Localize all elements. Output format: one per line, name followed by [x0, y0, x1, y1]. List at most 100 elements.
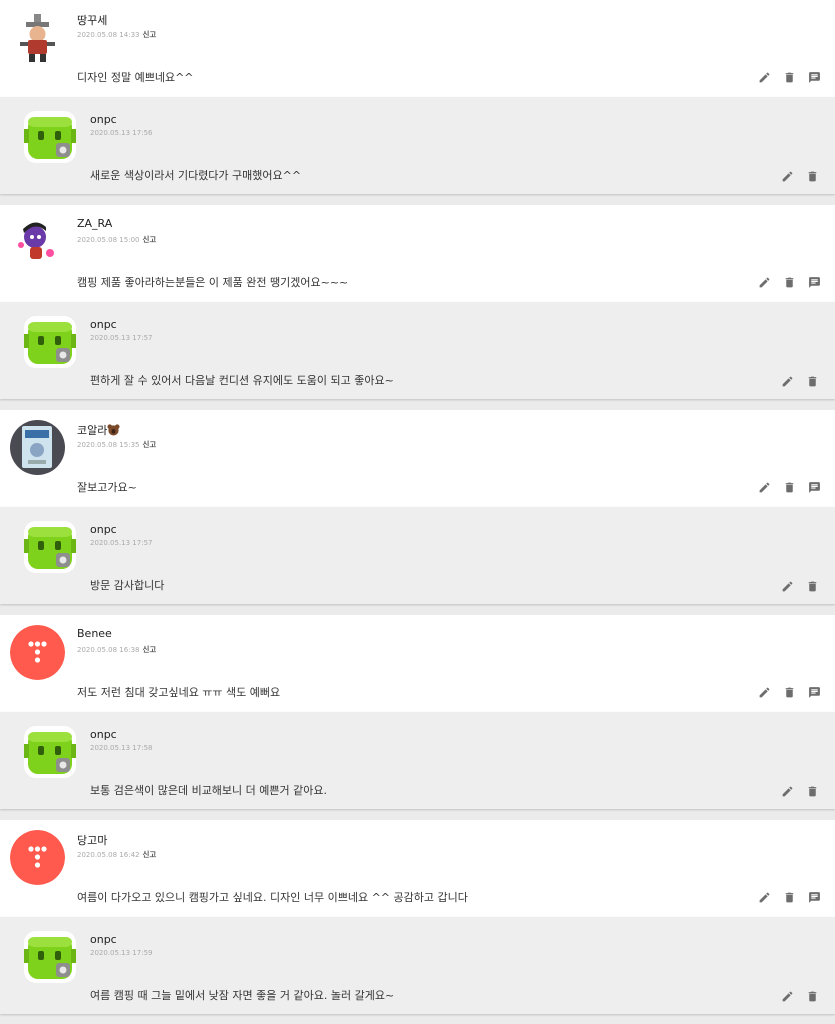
comment-item: 당고마 2020.05.08 16:42 신고여름이 다가오고 있으니 캠핑가고 싶… [0, 820, 835, 917]
delete-icon [808, 786, 816, 796]
user-avatar[interactable] [10, 625, 65, 680]
user-avatar[interactable] [10, 10, 65, 65]
edit-icon [782, 991, 792, 1001]
reply-user-avatar[interactable] [24, 931, 76, 983]
edit-button[interactable] [756, 889, 772, 905]
comment-timestamp: 2020.05.13 17:57 [90, 539, 153, 547]
comment-item: 코알라 2020.05.08 15:35 신고 잘보고가요~ [0, 410, 835, 507]
edit-button[interactable] [779, 783, 795, 799]
delete-button[interactable] [781, 684, 797, 700]
comment-meta: 2020.05.08 14:33 신고 [77, 29, 156, 40]
comment-timestamp: 2020.05.08 16:38 [77, 646, 140, 654]
delete-button[interactable] [781, 274, 797, 290]
delete-button[interactable] [804, 578, 820, 594]
delete-button[interactable] [804, 783, 820, 799]
report-link[interactable]: 신고 [142, 850, 156, 859]
user-avatar[interactable] [10, 830, 65, 885]
reply-user-avatar[interactable] [24, 726, 76, 778]
reply-item: onpc 2020.05.13 17:59 여름 캠핑 때 그늘 밑에서 낮잠 자면… [0, 917, 835, 1014]
comment-meta: 2020.05.13 17:56 [90, 129, 152, 137]
reply-author[interactable]: onpc [90, 113, 117, 126]
edit-icon [782, 786, 792, 796]
reply-author[interactable]: onpc [90, 933, 117, 946]
edit-button[interactable] [779, 373, 795, 389]
delete-icon [785, 277, 793, 287]
author-name: onpc [90, 318, 117, 331]
comment-meta: 2020.05.08 15:35 신고 [77, 439, 156, 450]
report-link[interactable]: 신고 [142, 235, 156, 244]
delete-button[interactable] [781, 889, 797, 905]
reply-button[interactable] [806, 274, 822, 290]
user-avatar[interactable] [10, 215, 65, 270]
koala-icon [107, 424, 120, 437]
comment-actions [779, 988, 820, 1004]
comment-actions [756, 684, 822, 700]
reply-icon [808, 891, 820, 903]
delete-button[interactable] [804, 988, 820, 1004]
comment-author[interactable]: ZA_RA [77, 217, 112, 230]
report-link[interactable]: 신고 [142, 440, 156, 449]
comment-meta: 2020.05.13 17:59 [90, 949, 152, 957]
comment-timestamp: 2020.05.08 16:42 [77, 851, 140, 859]
delete-button[interactable] [804, 168, 820, 184]
reply-author[interactable]: onpc [90, 523, 117, 536]
edit-icon [759, 687, 769, 697]
reply-user-avatar[interactable] [24, 316, 76, 368]
report-link[interactable]: 신고 [142, 30, 156, 39]
delete-button[interactable] [804, 373, 820, 389]
edit-button[interactable] [756, 684, 772, 700]
reply-item: onpc 2020.05.13 17:56 새로운 색상이라서 기다렸다가 구매했어… [0, 97, 835, 194]
comment-author[interactable]: Benee [77, 627, 112, 640]
reply-user-avatar[interactable] [24, 111, 76, 163]
author-name: Benee [77, 627, 112, 640]
comment-author[interactable]: 당고마 [77, 832, 107, 848]
reply-item: onpc 2020.05.13 17:57 편하게 잘 수 있어서 다음날 컨디션 … [0, 302, 835, 399]
author-name: onpc [90, 113, 117, 126]
author-name: onpc [90, 523, 117, 536]
comment-meta: 2020.05.08 15:00 신고 [77, 234, 156, 245]
comment-author[interactable]: 땅꾸세 [77, 12, 107, 28]
reply-user-avatar[interactable] [24, 521, 76, 573]
reply-button[interactable] [806, 684, 822, 700]
edit-button[interactable] [756, 274, 772, 290]
comment-actions [756, 274, 822, 290]
edit-icon [782, 376, 792, 386]
author-name: 땅꾸세 [77, 14, 108, 27]
comment-timestamp: 2020.05.13 17:58 [90, 744, 153, 752]
comment-actions [756, 69, 822, 85]
edit-button[interactable] [756, 479, 772, 495]
comment-actions [779, 578, 820, 594]
delete-icon [808, 991, 816, 1001]
reply-button[interactable] [806, 69, 822, 85]
reply-text: 편하게 잘 수 있어서 다음날 컨디션 유지에도 도움이 되고 좋아요~ [90, 374, 394, 387]
comment-text: 캠핑 제품 좋아라하는분들은 이 제품 완전 땡기겠어요~~~ [77, 276, 349, 289]
comment-meta: 2020.05.13 17:57 [90, 539, 152, 547]
author-name: 당고마 [77, 834, 108, 847]
comment-text: 여름이 다가오고 있으니 캠핑가고 싶네요. 디자인 너무 이쁘네요 ^^ 공감… [77, 891, 468, 904]
comment-text: 저도 저런 침대 갖고싶네요 ㅠㅠ 색도 예뻐요 [77, 686, 281, 699]
reply-author[interactable]: onpc [90, 728, 117, 741]
edit-icon [759, 277, 769, 287]
reply-button[interactable] [806, 889, 822, 905]
author-name: onpc [90, 933, 117, 946]
delete-icon [808, 581, 816, 591]
comment-text: 잘보고가요~ [77, 481, 137, 494]
reply-button[interactable] [806, 479, 822, 495]
edit-button[interactable] [779, 168, 795, 184]
reply-author[interactable]: onpc [90, 318, 117, 331]
edit-button[interactable] [779, 988, 795, 1004]
edit-button[interactable] [779, 578, 795, 594]
edit-icon [782, 171, 792, 181]
comment-actions [779, 373, 820, 389]
edit-button[interactable] [756, 69, 772, 85]
comment-author[interactable]: 코알라 [77, 422, 120, 438]
user-avatar[interactable] [10, 420, 65, 475]
report-link[interactable]: 신고 [142, 645, 156, 654]
author-name: ZA_RA [77, 217, 113, 230]
delete-button[interactable] [781, 69, 797, 85]
delete-button[interactable] [781, 479, 797, 495]
reply-text: 새로운 색상이라서 기다렸다가 구매했어요^^ [90, 169, 302, 182]
comment-actions [756, 889, 822, 905]
edit-icon [759, 72, 769, 82]
comment-timestamp: 2020.05.08 15:35 [77, 441, 140, 449]
